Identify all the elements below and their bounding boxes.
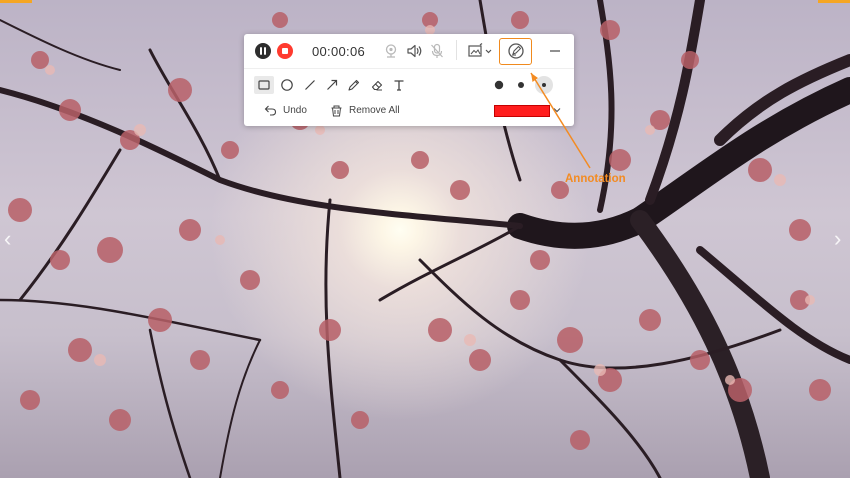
chevron-left-icon[interactable]: ‹ bbox=[4, 228, 11, 250]
text-tool[interactable] bbox=[389, 76, 409, 94]
color-dropdown-button[interactable] bbox=[550, 102, 564, 118]
stroke-dot-large-icon bbox=[494, 80, 504, 90]
text-icon bbox=[394, 80, 404, 91]
stroke-dot-medium-icon bbox=[518, 82, 524, 88]
remove-all-button[interactable]: Remove All bbox=[330, 101, 400, 119]
stroke-size-large[interactable] bbox=[492, 78, 506, 92]
pause-icon bbox=[255, 43, 271, 59]
recording-toolbar: 00:00:06 Undo Remove All bbox=[244, 34, 574, 126]
webcam-icon bbox=[385, 44, 397, 58]
chevron-down-icon bbox=[553, 108, 561, 113]
trash-icon bbox=[331, 105, 342, 116]
minimize-icon bbox=[550, 50, 560, 52]
arrow-tool[interactable] bbox=[322, 76, 342, 94]
minimize-button[interactable] bbox=[546, 42, 564, 60]
line-icon bbox=[305, 80, 315, 90]
webcam-button[interactable] bbox=[382, 42, 400, 60]
stop-icon bbox=[277, 43, 293, 59]
rectangle-icon bbox=[258, 80, 270, 90]
stroke-dot-small-icon bbox=[542, 83, 546, 87]
speaker-button[interactable] bbox=[405, 42, 423, 60]
line-tool[interactable] bbox=[300, 76, 320, 94]
circle-tool[interactable] bbox=[277, 76, 297, 94]
annotation-button[interactable] bbox=[506, 42, 526, 60]
chevron-right-icon[interactable]: › bbox=[834, 228, 841, 250]
toolbar-row-divider bbox=[244, 68, 574, 69]
pencil-tool[interactable] bbox=[344, 76, 364, 94]
screenshot-button[interactable] bbox=[466, 42, 494, 60]
undo-button[interactable]: Undo bbox=[264, 101, 308, 119]
recording-area-corner-marker bbox=[818, 0, 850, 3]
toolbar-divider bbox=[456, 40, 457, 60]
recording-timer: 00:00:06 bbox=[312, 44, 366, 59]
remove-all-label: Remove All bbox=[349, 104, 400, 116]
pen-color-swatch[interactable] bbox=[494, 105, 550, 117]
annotation-icon bbox=[508, 43, 524, 59]
eraser-tool[interactable] bbox=[367, 76, 387, 94]
stroke-size-medium[interactable] bbox=[514, 78, 528, 92]
screenshot-icon bbox=[468, 43, 492, 57]
stop-button[interactable] bbox=[276, 42, 294, 60]
speaker-icon bbox=[406, 44, 421, 58]
annotation-callout-label: Annotation bbox=[565, 173, 626, 185]
pause-button[interactable] bbox=[254, 42, 272, 60]
pencil-icon bbox=[348, 79, 360, 91]
rectangle-tool[interactable] bbox=[254, 76, 274, 94]
eraser-icon bbox=[371, 80, 383, 91]
microphone-muted-icon bbox=[431, 43, 443, 58]
microphone-button[interactable] bbox=[428, 42, 446, 60]
undo-icon bbox=[264, 105, 277, 116]
stroke-size-small[interactable] bbox=[535, 76, 553, 94]
undo-label: Undo bbox=[283, 104, 307, 116]
recording-area-corner-marker bbox=[0, 0, 32, 3]
circle-icon bbox=[281, 79, 293, 91]
arrow-icon bbox=[327, 79, 338, 90]
